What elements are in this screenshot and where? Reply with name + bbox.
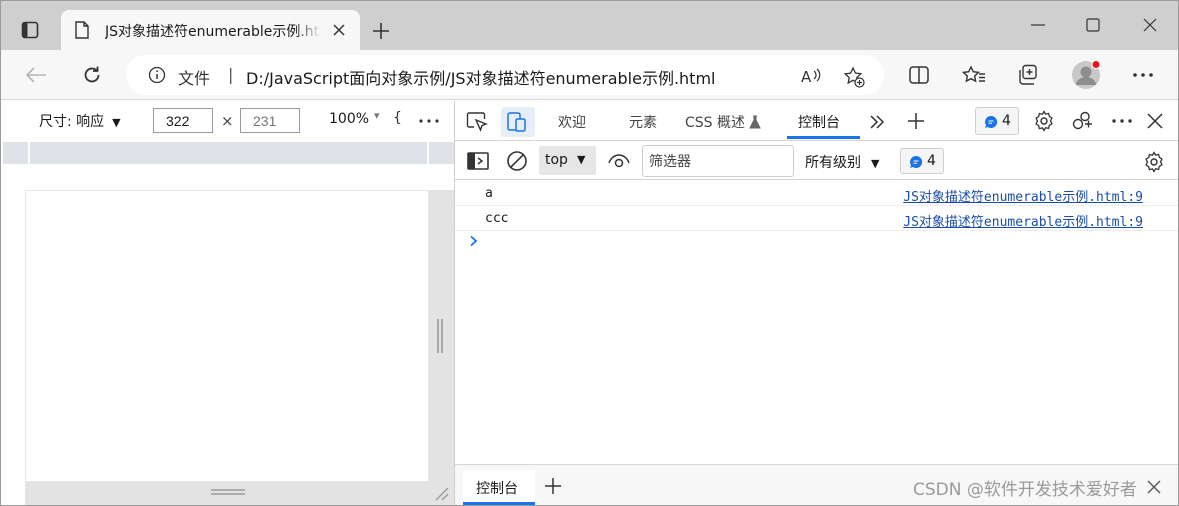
media-query-ruler[interactable]: [3, 142, 455, 164]
console-prompt-chevron-icon[interactable]: [469, 235, 479, 247]
devtools-panel: 欢迎 元素 CSS 概述 控制台 4 top ▼ 筛选器 所有级别 ▼ 4 a …: [455, 101, 1178, 505]
console-toolbar: top ▼ 所有级别 ▼ 4: [455, 142, 1178, 180]
plus-icon[interactable]: [903, 108, 929, 134]
log-source-link[interactable]: JS对象描述符enumerable示例.html:9: [903, 186, 1143, 205]
caret-down-icon: ▼: [871, 157, 880, 170]
console-output: a JS对象描述符enumerable示例.html:9 ccc JS对象描述符…: [455, 181, 1178, 464]
message-bubble-icon: [984, 115, 998, 129]
url-text[interactable]: D:/JavaScript面向对象示例/JS对象描述符enumerable示例.…: [246, 65, 716, 89]
gear-icon[interactable]: [1031, 108, 1057, 134]
active-tab-indicator: [463, 502, 535, 505]
watermark: CSDN @软件开发技术爱好者: [913, 480, 1137, 500]
address-separator: |: [228, 65, 234, 84]
context-label: top: [545, 152, 568, 168]
tab-css-overview[interactable]: CSS 概述: [685, 112, 762, 132]
times-sign: ×: [221, 112, 234, 130]
tab-welcome[interactable]: 欢迎: [558, 112, 586, 132]
dimensions-label: 尺寸: 响应: [39, 114, 105, 130]
split-screen-icon[interactable]: [903, 60, 935, 90]
resize-handle-corner[interactable]: [433, 485, 449, 501]
inspect-element-icon[interactable]: [465, 110, 489, 134]
close-icon[interactable]: [1143, 109, 1167, 133]
more-icon[interactable]: [415, 109, 443, 133]
customize-icon[interactable]: [1069, 108, 1095, 134]
maximize-icon[interactable]: [1073, 10, 1113, 40]
console-log-row: a JS对象描述符enumerable示例.html:9: [455, 181, 1178, 206]
dimensions-select[interactable]: 尺寸: 响应 ▼: [39, 111, 121, 131]
clear-console-icon[interactable]: [505, 149, 529, 173]
read-aloud-icon[interactable]: A: [798, 63, 824, 89]
device-toolbar: 尺寸: 响应 ▼ × 100% ▾ {: [1, 101, 455, 141]
width-input[interactable]: [153, 108, 213, 133]
device-emulation-pane: 尺寸: 响应 ▼ × 100% ▾ {: [1, 101, 455, 505]
minimize-icon[interactable]: [1018, 10, 1058, 40]
svg-text:A: A: [801, 68, 812, 86]
message-bubble-icon: [909, 155, 923, 169]
device-emulation-icon[interactable]: [501, 107, 535, 137]
active-tab-indicator: [787, 136, 860, 139]
log-message: a: [485, 186, 493, 201]
close-icon[interactable]: [1130, 10, 1170, 40]
issues-badge[interactable]: 4: [975, 107, 1019, 135]
tab-console[interactable]: 控制台: [798, 112, 840, 132]
caret-down-icon: ▼: [577, 153, 586, 166]
collections-icon[interactable]: [1012, 60, 1046, 90]
gear-icon[interactable]: [1141, 149, 1167, 175]
info-icon[interactable]: [148, 66, 166, 84]
zoom-caret-icon: ▾: [374, 109, 380, 122]
refresh-icon[interactable]: [74, 60, 110, 90]
chevron-double-right-icon[interactable]: [865, 110, 889, 134]
ruler-segment[interactable]: [28, 142, 30, 164]
log-source-link[interactable]: JS对象描述符enumerable示例.html:9: [903, 211, 1143, 230]
page-icon: [75, 21, 89, 39]
console-issues-badge[interactable]: 4: [900, 148, 944, 174]
scheme-label: 文件: [178, 69, 211, 88]
issues-count: 4: [1002, 113, 1011, 129]
caret-down-icon: ▼: [112, 116, 121, 129]
throttle-icon[interactable]: {: [393, 110, 402, 126]
browser-toolbar: 文件 | D:/JavaScript面向对象示例/JS对象描述符enumerab…: [0, 50, 1179, 100]
drawer-tab-console[interactable]: 控制台: [463, 470, 535, 504]
close-icon[interactable]: [1144, 477, 1164, 497]
console-issues-count: 4: [927, 153, 936, 169]
tab-title: JS对象描述符enumerable示例.html: [105, 24, 321, 40]
favorites-icon[interactable]: [957, 60, 991, 90]
back-arrow-icon[interactable]: [18, 60, 54, 90]
resize-handle-bottom[interactable]: [211, 487, 245, 497]
ruler-segment[interactable]: [427, 142, 429, 164]
favorite-add-icon[interactable]: [840, 63, 868, 91]
profile-avatar-icon[interactable]: [1070, 59, 1102, 91]
resize-handle-right[interactable]: [435, 319, 445, 353]
devtools-tabbar: 欢迎 元素 CSS 概述 控制台 4: [455, 101, 1178, 141]
tab-actions-icon[interactable]: [12, 14, 48, 46]
more-icon[interactable]: [1107, 109, 1137, 133]
plus-icon[interactable]: [541, 474, 565, 498]
log-levels-select[interactable]: 所有级别 ▼: [805, 152, 879, 172]
height-input[interactable]: [240, 108, 300, 133]
log-levels-label: 所有级别: [805, 155, 861, 171]
console-log-row: ccc JS对象描述符enumerable示例.html:9: [455, 206, 1178, 231]
drawer-tab-label: 控制台: [476, 481, 518, 497]
filter-input[interactable]: [642, 145, 794, 177]
eye-icon[interactable]: [606, 150, 632, 172]
close-icon[interactable]: [329, 20, 349, 40]
zoom-select[interactable]: 100%: [329, 111, 369, 127]
context-select[interactable]: top ▼: [539, 146, 596, 175]
tab-strip: JS对象描述符enumerable示例.html: [0, 0, 1179, 50]
flask-icon: [749, 115, 762, 129]
tab-elements[interactable]: 元素: [629, 112, 657, 132]
sidebar-toggle-icon[interactable]: [467, 151, 489, 171]
browser-tab[interactable]: JS对象描述符enumerable示例.html: [61, 10, 360, 50]
tab-css-overview-label: CSS 概述: [685, 115, 745, 131]
device-viewport[interactable]: [25, 190, 429, 482]
viewport-area: [1, 164, 455, 505]
more-icon[interactable]: [1126, 60, 1160, 90]
address-bar[interactable]: 文件 | D:/JavaScript面向对象示例/JS对象描述符enumerab…: [126, 55, 884, 95]
log-message: ccc: [485, 211, 509, 226]
plus-icon[interactable]: [366, 16, 396, 46]
